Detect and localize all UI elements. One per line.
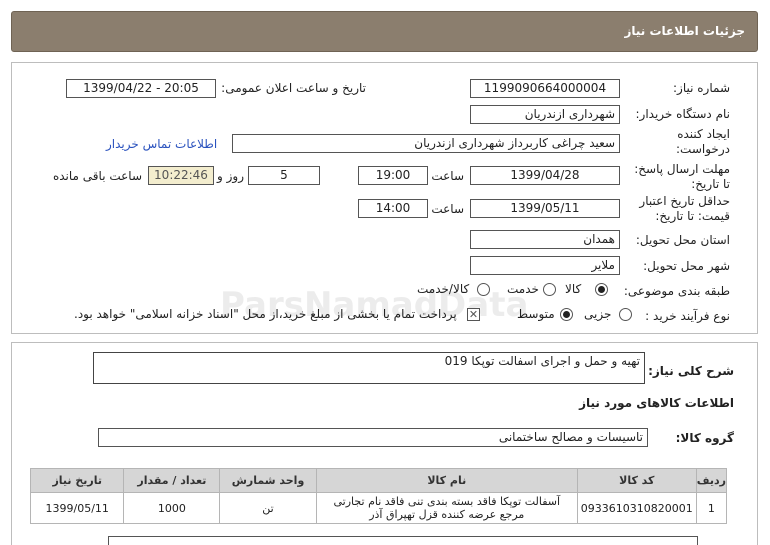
process-label: نوع فرآیند خرید : xyxy=(645,309,730,323)
announce-label: تاریخ و ساعت اعلان عمومی: xyxy=(221,81,366,95)
goods-section-title: اطلاعات کالاهای مورد نیاز xyxy=(579,396,734,410)
col-row: ردیف xyxy=(695,468,728,493)
validity-date-field: 1399/05/11 xyxy=(470,199,620,218)
announce-field: 1399/04/22 - 20:05 xyxy=(66,79,216,98)
days-label: روز و xyxy=(217,169,244,183)
col-date: تاریخ نیاز xyxy=(29,468,125,493)
validity-time-field: 14:00 xyxy=(358,199,428,218)
goods-table-header: ردیف کد کالا نام کالا واحد شمارش تعداد /… xyxy=(29,468,728,493)
city-field: ملایر xyxy=(470,256,620,275)
deadline-label-2: تا تاریخ: xyxy=(691,177,730,191)
validity-time-label: ساعت xyxy=(431,202,464,216)
category-service-label: خدمت xyxy=(507,282,539,296)
row-code: 0933610310820001 xyxy=(576,492,697,524)
treasury-payment-checkbox[interactable]: ✕ xyxy=(467,308,480,321)
col-code: کد کالا xyxy=(576,468,697,493)
treasury-payment-note: پرداخت تمام یا بخشی از مبلغ خرید،از محل … xyxy=(74,307,457,321)
goods-group-field: تاسیسات و مصالح ساختمانی xyxy=(98,428,648,447)
remaining-time-field: 10:22:46 xyxy=(148,166,214,185)
buyer-org-label: نام دستگاه خریدار: xyxy=(635,107,731,121)
row-number: 1 xyxy=(695,492,728,524)
deadline-time-field: 19:00 xyxy=(358,166,428,185)
row-name: آسفالت توپکا فاقد بسته بندی تنی فاقد نام… xyxy=(315,492,578,524)
extra-field xyxy=(108,536,698,545)
row-date: 1399/05/11 xyxy=(29,492,125,524)
category-label: طبقه بندی موضوعی: xyxy=(623,284,730,298)
province-field: همدان xyxy=(470,230,620,249)
category-service-radio[interactable] xyxy=(543,283,556,296)
deadline-time-label: ساعت xyxy=(431,169,464,183)
deadline-date-field: 1399/04/28 xyxy=(470,166,620,185)
need-number-label: شماره نیاز: xyxy=(673,81,730,95)
province-label: استان محل تحویل: xyxy=(635,233,730,247)
page-title: جزئیات اطلاعات نیاز xyxy=(624,24,745,38)
need-number-field: 1199090664000004 xyxy=(470,79,620,98)
row-qty: 1000 xyxy=(123,492,221,524)
creator-label-2: درخواست: xyxy=(676,142,730,156)
creator-field: سعید چراغی کاربرداز شهرداری ازندریان xyxy=(232,134,620,153)
col-name: نام کالا xyxy=(315,468,578,493)
buyer-org-field: شهرداری ازندریان xyxy=(470,105,620,124)
process-medium-radio[interactable] xyxy=(560,308,573,321)
process-medium-label: متوسط xyxy=(517,307,555,321)
process-minor-radio[interactable] xyxy=(619,308,632,321)
category-goods-service-radio[interactable] xyxy=(477,283,490,296)
category-goods-label: کالا xyxy=(565,282,582,296)
remaining-time-label: ساعت باقی مانده xyxy=(52,169,142,183)
row-unit: تن xyxy=(219,492,317,524)
col-qty: تعداد / مقدار xyxy=(123,468,221,493)
goods-table: ردیف کد کالا نام کالا واحد شمارش تعداد /… xyxy=(29,468,728,524)
summary-label: شرح کلی نیاز: xyxy=(648,364,734,378)
creator-label-1: ایجاد کننده xyxy=(677,127,730,141)
days-remaining-field: 5 xyxy=(248,166,320,185)
category-goods-service-label: کالا/خدمت xyxy=(417,282,470,296)
process-minor-label: جزیی xyxy=(584,307,612,321)
validity-label-2: قیمت: تا تاریخ: xyxy=(655,209,730,223)
city-label: شهر محل تحویل: xyxy=(643,259,730,273)
category-goods-radio[interactable] xyxy=(595,283,608,296)
col-unit: واحد شمارش xyxy=(219,468,317,493)
summary-field: تهیه و حمل و اجرای اسفالت توپکا 019 xyxy=(93,352,645,384)
deadline-label-1: مهلت ارسال پاسخ: xyxy=(634,162,730,176)
validity-label-1: حداقل تاریخ اعتبار xyxy=(639,194,730,208)
table-row: 1 0933610310820001 آسفالت توپکا فاقد بست… xyxy=(29,492,728,524)
page-header: جزئیات اطلاعات نیاز xyxy=(11,11,758,52)
goods-group-label: گروه کالا: xyxy=(675,431,734,445)
buyer-contact-link[interactable]: اطلاعات تماس خریدار xyxy=(106,137,217,151)
